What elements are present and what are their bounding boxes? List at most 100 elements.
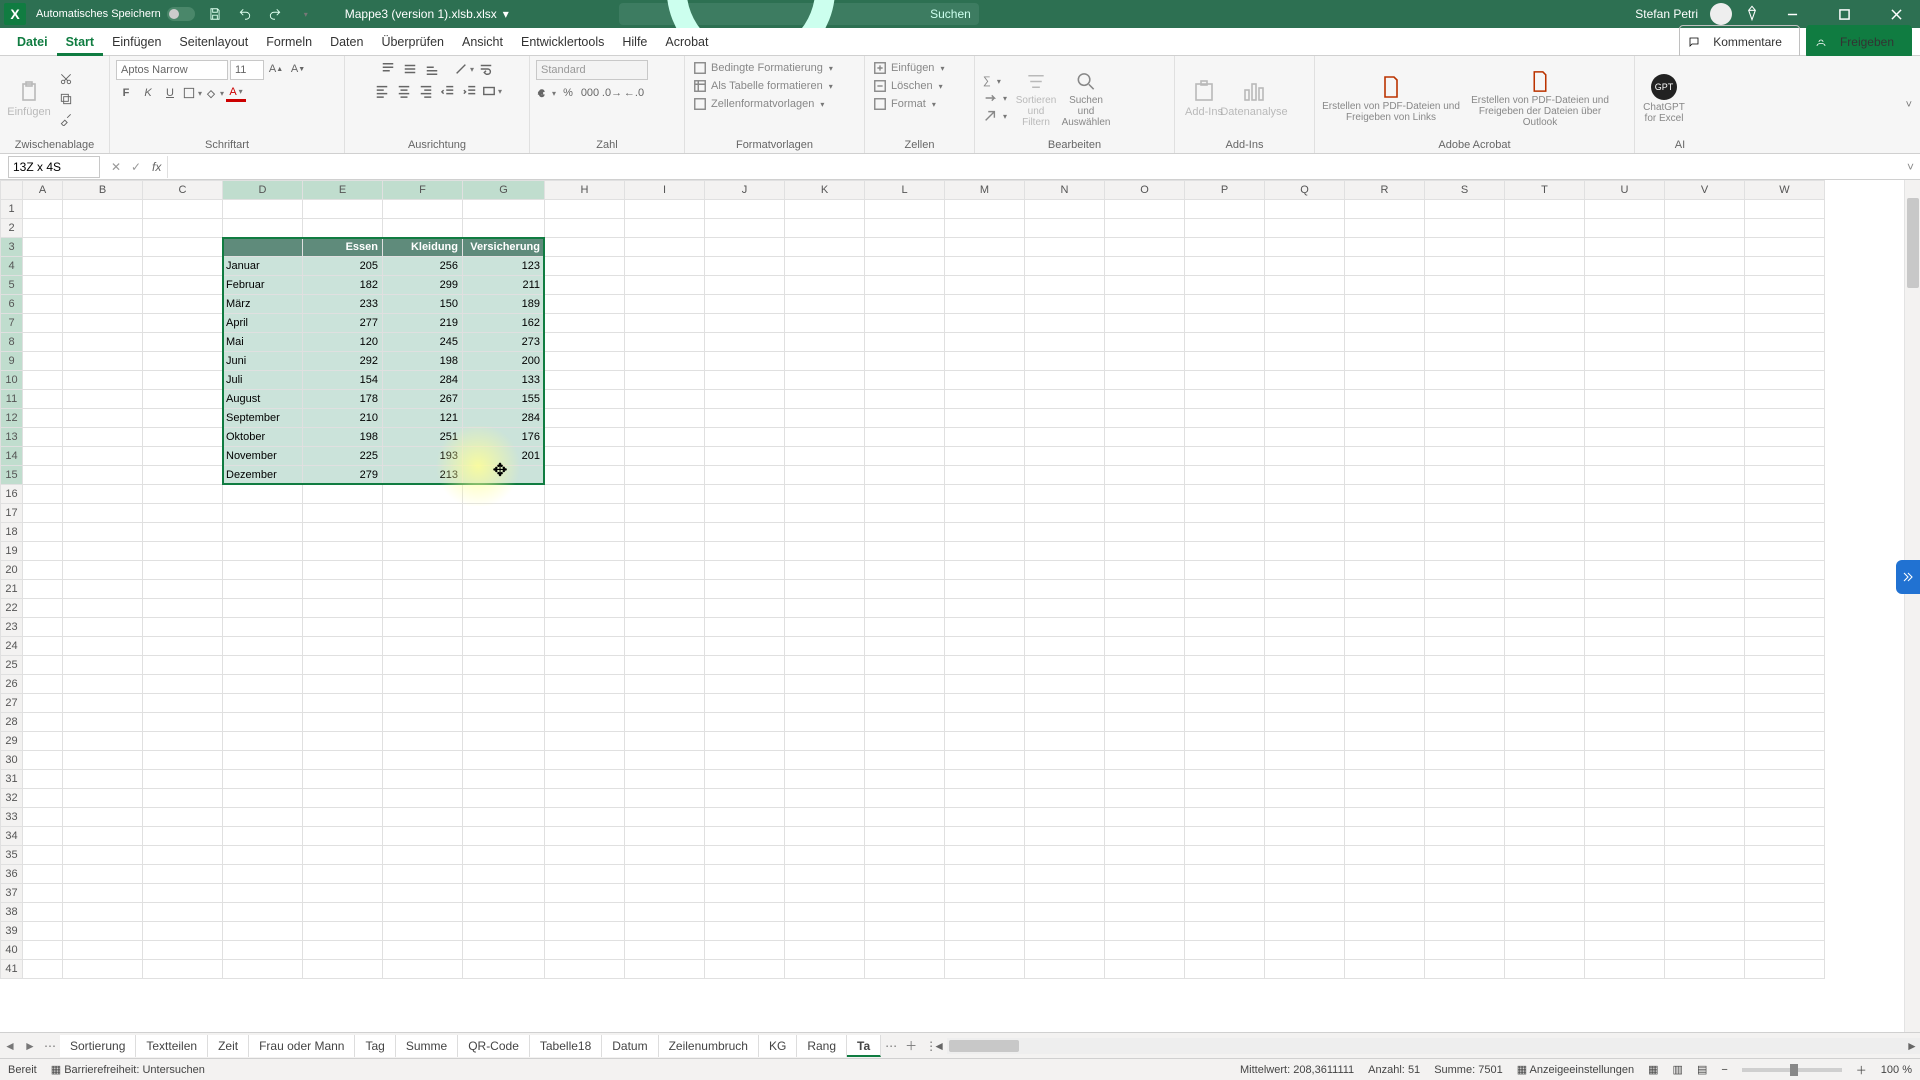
cell-R16[interactable]: [1345, 485, 1425, 504]
cell-B11[interactable]: [63, 390, 143, 409]
cell-S5[interactable]: [1425, 276, 1505, 295]
cell-V24[interactable]: [1665, 637, 1745, 656]
cell-I22[interactable]: [625, 599, 705, 618]
cell-P20[interactable]: [1185, 561, 1265, 580]
cell-I14[interactable]: [625, 447, 705, 466]
cell-K9[interactable]: [785, 352, 865, 371]
cell-C29[interactable]: [143, 732, 223, 751]
cell-B25[interactable]: [63, 656, 143, 675]
cell-S24[interactable]: [1425, 637, 1505, 656]
cell-N41[interactable]: [1025, 960, 1105, 979]
cell-U21[interactable]: [1585, 580, 1665, 599]
sheet-tab-zeit[interactable]: Zeit: [208, 1035, 249, 1057]
tab-einfuegen[interactable]: Einfügen: [103, 28, 170, 56]
cell-P37[interactable]: [1185, 884, 1265, 903]
cell-O31[interactable]: [1105, 770, 1185, 789]
col-header-N[interactable]: N: [1025, 181, 1105, 200]
cell-U38[interactable]: [1585, 903, 1665, 922]
cell-S11[interactable]: [1425, 390, 1505, 409]
cell-B14[interactable]: [63, 447, 143, 466]
cell-Q20[interactable]: [1265, 561, 1345, 580]
cell-D23[interactable]: [223, 618, 303, 637]
row-header-6[interactable]: 6: [1, 295, 23, 314]
row-header-27[interactable]: 27: [1, 694, 23, 713]
cell-L10[interactable]: [865, 371, 945, 390]
cell-I2[interactable]: [625, 219, 705, 238]
cell-E7[interactable]: 277: [303, 314, 383, 333]
col-header-D[interactable]: D: [223, 181, 303, 200]
col-header-T[interactable]: T: [1505, 181, 1585, 200]
cell-I23[interactable]: [625, 618, 705, 637]
cell-L3[interactable]: [865, 238, 945, 257]
cell-L11[interactable]: [865, 390, 945, 409]
row-header-37[interactable]: 37: [1, 884, 23, 903]
cell-M25[interactable]: [945, 656, 1025, 675]
tab-ansicht[interactable]: Ansicht: [453, 28, 512, 56]
cell-K17[interactable]: [785, 504, 865, 523]
cell-M1[interactable]: [945, 200, 1025, 219]
cell-L14[interactable]: [865, 447, 945, 466]
cell-L41[interactable]: [865, 960, 945, 979]
cell-F12[interactable]: 121: [383, 409, 463, 428]
col-header-V[interactable]: V: [1665, 181, 1745, 200]
cell-Q30[interactable]: [1265, 751, 1345, 770]
cell-W41[interactable]: [1745, 960, 1825, 979]
cell-H40[interactable]: [545, 941, 625, 960]
cell-U16[interactable]: [1585, 485, 1665, 504]
cell-D12[interactable]: September: [223, 409, 303, 428]
row-header-16[interactable]: 16: [1, 485, 23, 504]
cell-G41[interactable]: [463, 960, 545, 979]
addins-button[interactable]: Add-Ins: [1181, 69, 1227, 129]
cell-J10[interactable]: [705, 371, 785, 390]
cell-A5[interactable]: [23, 276, 63, 295]
cell-C9[interactable]: [143, 352, 223, 371]
cell-N38[interactable]: [1025, 903, 1105, 922]
cell-F16[interactable]: [383, 485, 463, 504]
col-header-P[interactable]: P: [1185, 181, 1265, 200]
cell-Q9[interactable]: [1265, 352, 1345, 371]
cell-R2[interactable]: [1345, 219, 1425, 238]
cell-O1[interactable]: [1105, 200, 1185, 219]
cell-C34[interactable]: [143, 827, 223, 846]
cell-M20[interactable]: [945, 561, 1025, 580]
cell-N31[interactable]: [1025, 770, 1105, 789]
cell-C23[interactable]: [143, 618, 223, 637]
cell-V39[interactable]: [1665, 922, 1745, 941]
cell-J18[interactable]: [705, 523, 785, 542]
cell-F31[interactable]: [383, 770, 463, 789]
cell-D37[interactable]: [223, 884, 303, 903]
cell-P3[interactable]: [1185, 238, 1265, 257]
cell-B36[interactable]: [63, 865, 143, 884]
cell-R36[interactable]: [1345, 865, 1425, 884]
cell-E40[interactable]: [303, 941, 383, 960]
cell-A22[interactable]: [23, 599, 63, 618]
cell-A28[interactable]: [23, 713, 63, 732]
cell-U3[interactable]: [1585, 238, 1665, 257]
cell-Q17[interactable]: [1265, 504, 1345, 523]
cell-J7[interactable]: [705, 314, 785, 333]
cell-I32[interactable]: [625, 789, 705, 808]
col-header-R[interactable]: R: [1345, 181, 1425, 200]
cell-E13[interactable]: 198: [303, 428, 383, 447]
row-header-11[interactable]: 11: [1, 390, 23, 409]
cell-S16[interactable]: [1425, 485, 1505, 504]
cell-M18[interactable]: [945, 523, 1025, 542]
wrap-icon[interactable]: [476, 60, 496, 78]
cell-I21[interactable]: [625, 580, 705, 599]
cell-C37[interactable]: [143, 884, 223, 903]
cell-K13[interactable]: [785, 428, 865, 447]
cell-O40[interactable]: [1105, 941, 1185, 960]
cell-D2[interactable]: [223, 219, 303, 238]
cell-W18[interactable]: [1745, 523, 1825, 542]
cell-H30[interactable]: [545, 751, 625, 770]
cell-Q26[interactable]: [1265, 675, 1345, 694]
cell-R17[interactable]: [1345, 504, 1425, 523]
cell-K8[interactable]: [785, 333, 865, 352]
cell-K28[interactable]: [785, 713, 865, 732]
cell-J25[interactable]: [705, 656, 785, 675]
cell-J13[interactable]: [705, 428, 785, 447]
row-header-32[interactable]: 32: [1, 789, 23, 808]
cell-J36[interactable]: [705, 865, 785, 884]
as-table-button[interactable]: Als Tabelle formatieren: [691, 78, 835, 94]
cell-E21[interactable]: [303, 580, 383, 599]
